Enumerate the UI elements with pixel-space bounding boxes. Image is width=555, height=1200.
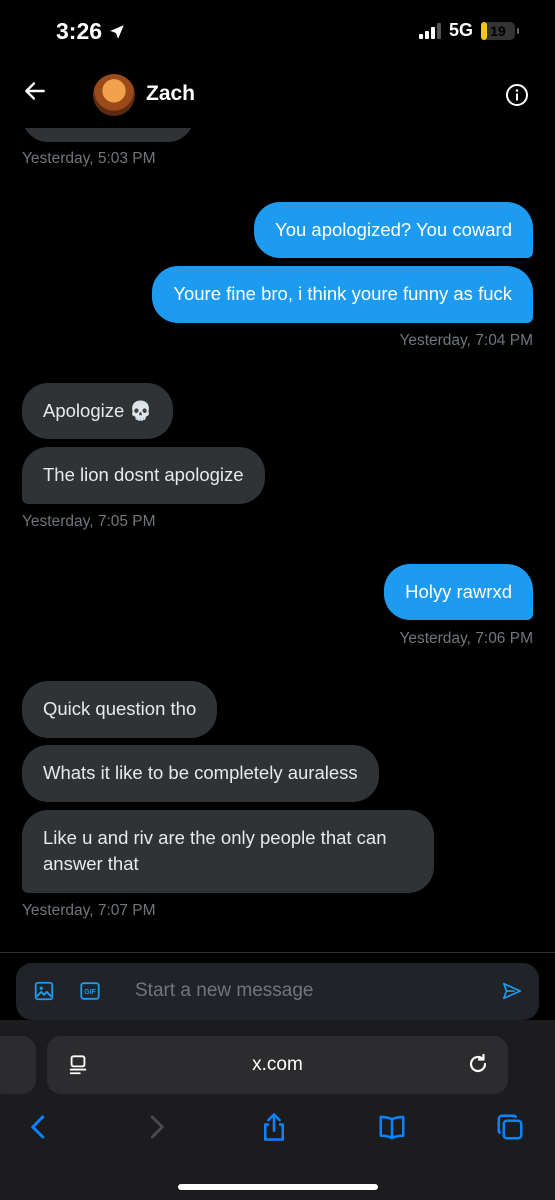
previous-tab-preview[interactable] [0, 1036, 36, 1094]
tabs-icon[interactable] [495, 1112, 525, 1142]
address-bar[interactable]: x.com [47, 1036, 508, 1094]
cellular-signal-icon [418, 22, 441, 39]
message-bubble-incoming[interactable]: The lion dosnt apologize [22, 447, 265, 504]
image-icon[interactable] [33, 980, 55, 1002]
message-bubble-incoming[interactable]: Whats it like to be completely auraless [22, 745, 379, 802]
status-bar: 3:26 5G 19 [0, 0, 555, 66]
conversation-header: Zach [0, 66, 555, 128]
message-bubble-incoming[interactable]: Quick question tho [22, 681, 218, 738]
reload-icon[interactable] [466, 1052, 490, 1076]
back-arrow-icon[interactable] [22, 78, 48, 104]
message-timestamp: Yesterday, 7:07 PM [22, 902, 156, 919]
share-icon[interactable] [259, 1112, 289, 1142]
message-timestamp: Yesterday, 7:05 PM [22, 513, 156, 530]
back-icon[interactable] [24, 1112, 54, 1142]
battery-percent: 19 [490, 22, 506, 39]
message-bubble-outgoing[interactable]: You apologized? You coward [254, 202, 533, 258]
composer-divider [0, 952, 555, 953]
contact-name[interactable]: Zach [146, 82, 195, 106]
message-timestamp: Yesterday, 5:03 PM [22, 150, 156, 167]
message-bubble-outgoing[interactable]: Holyy rawrxd [384, 564, 533, 620]
forward-icon[interactable] [141, 1112, 171, 1142]
gif-label: GIF [84, 989, 95, 996]
battery-icon: 19 [481, 21, 519, 40]
info-icon[interactable] [505, 83, 529, 107]
send-icon[interactable] [501, 980, 523, 1002]
message-bubble-incoming[interactable]: Apologize 💀 [22, 383, 174, 439]
network-type: 5G [448, 20, 473, 40]
message-timestamp: Yesterday, 7:04 PM [399, 332, 533, 349]
message-timestamp: Yesterday, 7:06 PM [399, 630, 533, 647]
browser-toolbar: x.com [0, 1020, 555, 1200]
status-time: 3:26 [56, 18, 126, 45]
url-text[interactable]: x.com [47, 1054, 508, 1076]
gif-icon[interactable]: GIF [79, 980, 101, 1002]
bookmarks-icon[interactable] [377, 1112, 407, 1142]
message-composer: GIF Start a new message [16, 963, 539, 1020]
avatar[interactable] [93, 74, 135, 116]
message-bubble-incoming[interactable]: Like u and riv are the only people that … [22, 810, 434, 893]
location-arrow-icon [110, 24, 124, 39]
message-input[interactable]: Start a new message [135, 980, 313, 1002]
message-bubble-outgoing[interactable]: Youre fine bro, i think youre funny as f… [152, 266, 533, 323]
home-indicator [178, 1184, 378, 1190]
